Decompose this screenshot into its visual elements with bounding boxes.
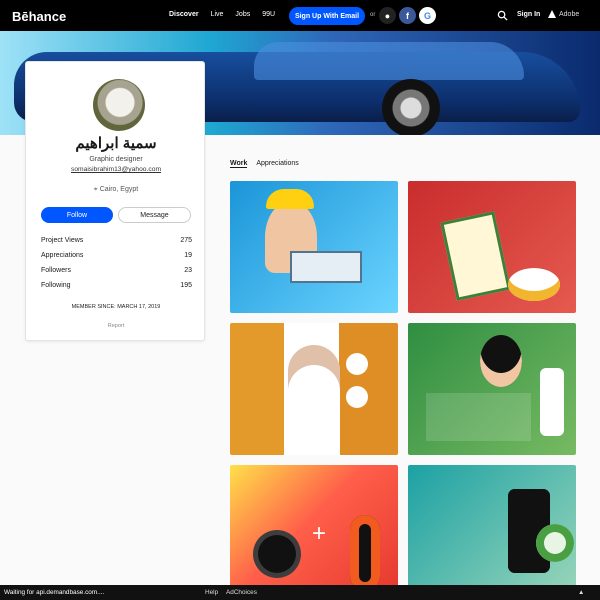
adobe-link[interactable]: Adobe [548, 10, 579, 18]
profile-location: Cairo, Egypt [99, 186, 139, 193]
project-thumbnail[interactable] [408, 181, 576, 313]
location-pin-icon: ⌖ [93, 186, 98, 193]
or-label: or [370, 12, 376, 18]
stat-project-views: Project Views 275 [41, 233, 192, 248]
search-icon[interactable] [497, 10, 508, 21]
fries-plate [508, 268, 560, 301]
signup-email-button[interactable]: Sign Up With Email [289, 7, 365, 25]
main-nav: Discover Live Jobs 99U [169, 11, 275, 18]
profile-title: Graphic designer [89, 156, 143, 163]
stat-value: 275 [180, 237, 192, 244]
hair-portrait [480, 335, 522, 387]
organ-icon [346, 386, 368, 408]
tab-work[interactable]: Work [230, 160, 248, 168]
facebook-icon[interactable]: f [399, 7, 416, 24]
sign-in-link[interactable]: Sign In [517, 11, 540, 18]
smart-band [350, 515, 380, 591]
car-window [254, 42, 524, 80]
stat-appreciations: Appreciations 19 [41, 248, 192, 263]
doctor-figure [288, 345, 340, 455]
project-thumbnail[interactable] [408, 465, 576, 597]
top-navigation-bar: Bēhance Discover Live Jobs 99U Sign Up W… [0, 0, 600, 31]
member-since: MEMBER SINCE: MARCH 17, 2019 [71, 304, 161, 310]
profile-email-link[interactable]: somaisibrahim13@yahoo.com [26, 166, 206, 173]
lotion-bottle [540, 368, 564, 436]
behance-logo[interactable]: Bēhance [12, 9, 66, 24]
nav-discover[interactable]: Discover [169, 11, 199, 18]
stat-following[interactable]: Following 195 [41, 278, 192, 293]
plus-symbol: + [312, 520, 327, 547]
stat-label: Following [41, 282, 71, 289]
avatar [93, 79, 145, 131]
adobe-icon [548, 10, 556, 18]
project-thumbnail[interactable] [408, 323, 576, 455]
profile-stats: Project Views 275 Appreciations 19 Follo… [41, 233, 192, 293]
adobe-footer-icon: ▲ [578, 589, 585, 596]
profile-name: سمية ابراهيم [75, 135, 157, 152]
stat-label: Followers [41, 267, 71, 274]
stat-label: Project Views [41, 237, 84, 244]
adobe-label: Adobe [559, 10, 580, 18]
house-model [290, 251, 362, 283]
browser-status-bar: Waiting for api.demandbase.com.... Help … [0, 585, 600, 600]
nav-live[interactable]: Live [211, 11, 224, 18]
project-tabs: Work Appreciations [230, 160, 299, 168]
project-thumbnail[interactable] [230, 181, 398, 313]
stat-value: 195 [180, 282, 192, 289]
tab-appreciations[interactable]: Appreciations [256, 160, 298, 168]
apple-icon[interactable]: ● [379, 7, 396, 24]
location-line: ⌖ Cairo, Egypt [26, 186, 206, 194]
message-button[interactable]: Message [118, 207, 191, 223]
help-link[interactable]: Help [205, 589, 218, 596]
stat-value: 19 [184, 252, 192, 259]
project-thumbnail[interactable] [230, 323, 398, 455]
nav-jobs[interactable]: Jobs [235, 11, 250, 18]
loading-status: Waiting for api.demandbase.com.... [4, 589, 105, 596]
project-thumbnail[interactable]: + [230, 465, 398, 597]
lens-kit [258, 535, 296, 573]
adchoices-link[interactable]: AdChoices [226, 589, 257, 596]
report-link[interactable]: Report [26, 323, 206, 329]
leaf-logo-icon [536, 524, 574, 562]
organ-icon [346, 353, 368, 375]
fries-pack [440, 211, 511, 301]
text-panel [426, 393, 531, 441]
profile-card: سمية ابراهيم Graphic designer somaisibra… [25, 61, 205, 341]
rear-wheel [382, 79, 440, 135]
stat-label: Appreciations [41, 252, 84, 259]
follow-button[interactable]: Follow [41, 207, 113, 223]
helmet-shape [266, 189, 314, 209]
stat-followers[interactable]: Followers 23 [41, 263, 192, 278]
stat-value: 23 [184, 267, 192, 274]
google-icon[interactable]: G [419, 7, 436, 24]
nav-99u[interactable]: 99U [262, 11, 275, 18]
